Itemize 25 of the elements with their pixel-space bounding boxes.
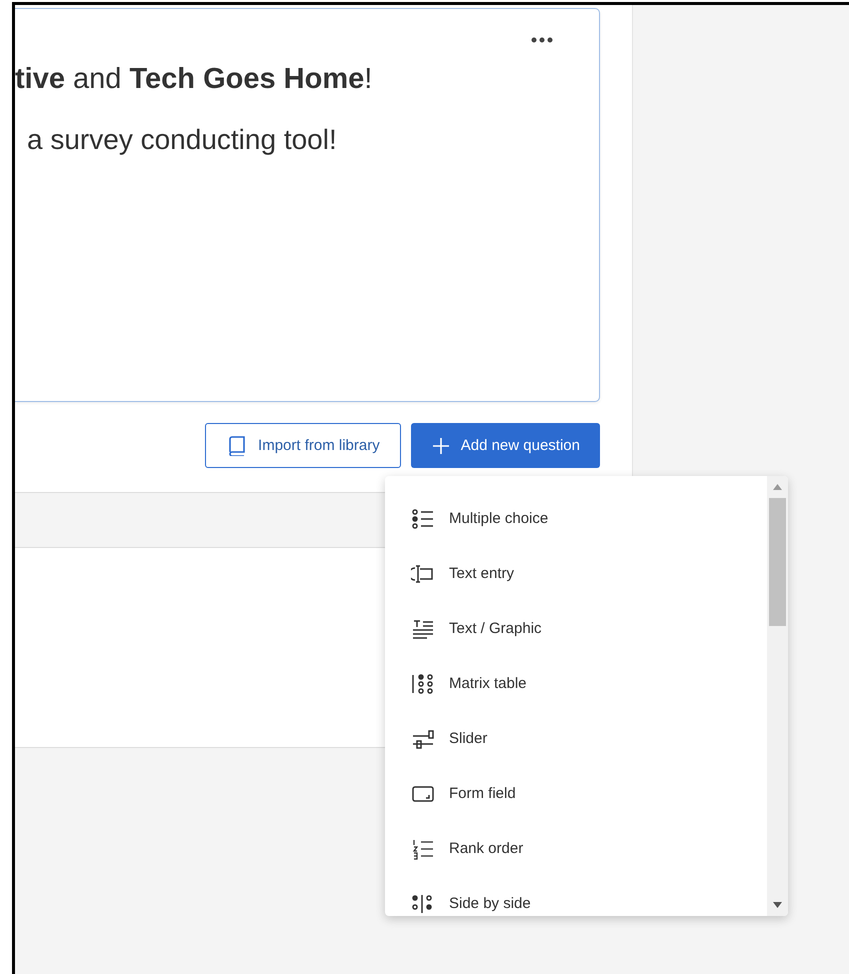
plus-icon [432,438,449,454]
menu-item[interactable]: Side by side [411,876,767,916]
more-options-icon[interactable] [531,37,553,43]
book-icon [228,436,246,456]
menu-item[interactable]: Slider [411,711,767,766]
slider-icon [411,728,435,750]
scrollbar-track[interactable] [767,476,788,916]
numbered-list-icon [411,838,435,860]
menu-item[interactable]: Matrix table [411,656,767,711]
text-lines-icon [411,618,435,640]
menu-item[interactable]: Text / Graphic [411,601,767,656]
menu-item[interactable]: Rank order [411,821,767,876]
add-question-button[interactable]: Add new question [410,423,600,468]
scroll-up-icon[interactable] [773,484,782,490]
matrix-icon [411,672,435,694]
text-cursor-icon [411,562,435,584]
import-button[interactable]: Import from library [205,423,401,468]
question-heading: tive and Tech Goes Home! [15,63,374,96]
scroll-down-icon[interactable] [773,902,782,908]
menu-item[interactable]: Form field [411,766,767,821]
question-text: a survey conducting tool! [27,124,338,156]
list-icon [411,508,435,530]
scrollbar-thumb[interactable] [769,498,786,626]
menu-item[interactable]: Text entry [411,546,767,601]
menu-item[interactable]: Multiple choice [411,491,767,546]
